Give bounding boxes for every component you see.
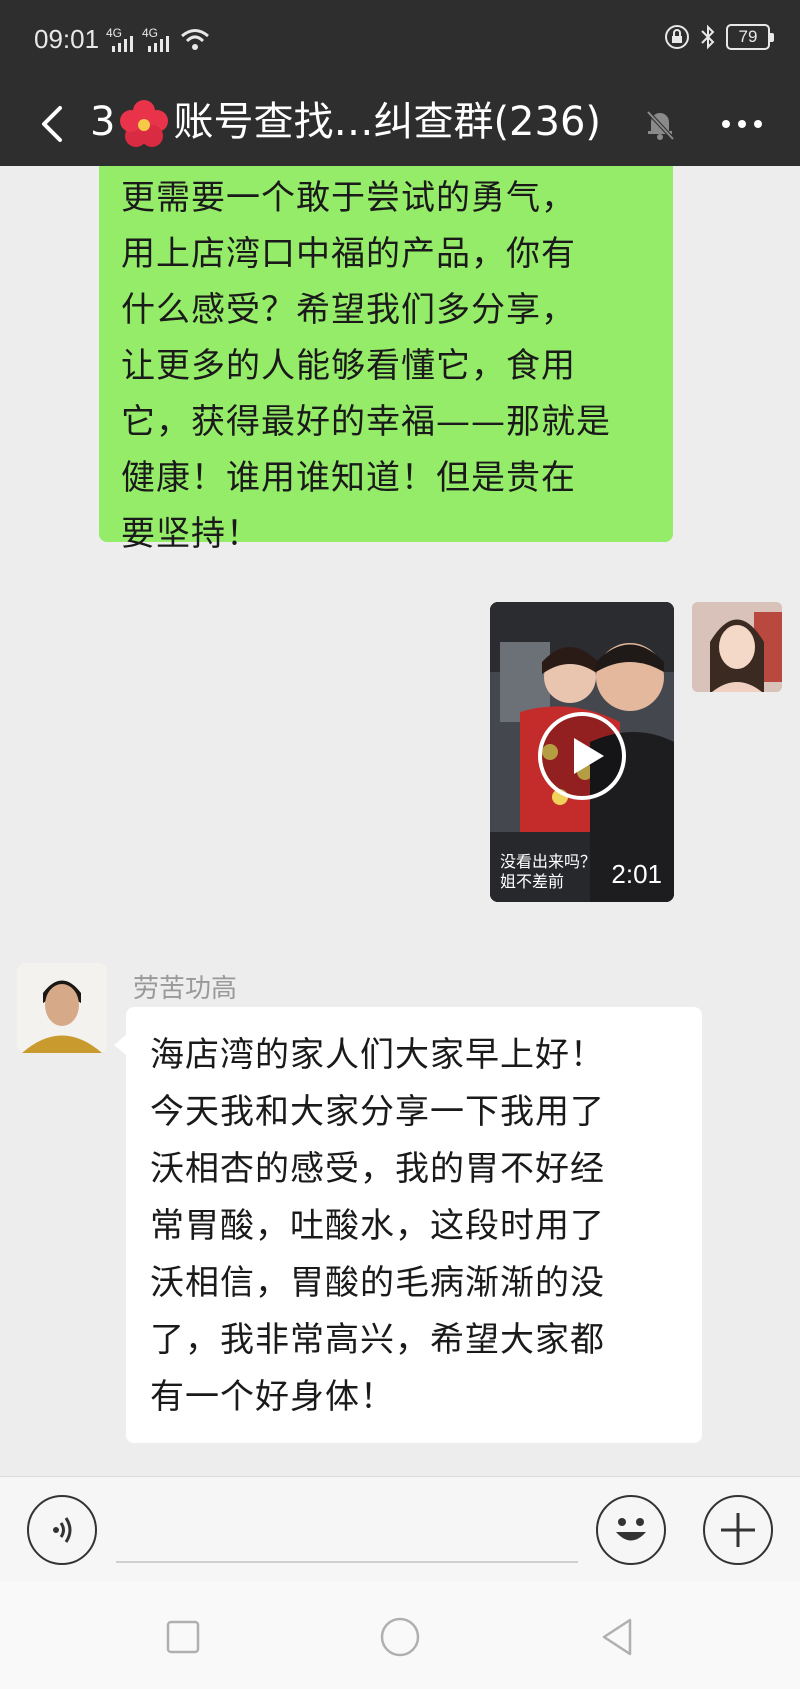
sender-name: 劳苦功高 [133,974,238,1004]
emoji-icon [616,1518,646,1541]
message-line: 用上店湾口中福的产品，你有 [121,234,576,274]
title-prefix: 3 [90,99,116,145]
plus-icon [721,1513,755,1547]
status-time: 09:01 [34,24,100,54]
title-text: 账号查找…纠查群(236) [173,99,602,145]
avatar[interactable] [692,602,782,692]
message-line: 要坚持！ [121,514,261,554]
status-bar: 09:01 4G 4G 79 [0,0,800,82]
more-dots-icon[interactable] [712,104,772,144]
emoji-button[interactable] [596,1495,666,1565]
message-line: 沃相杏的感受，我的胃不好经 [150,1149,605,1189]
message-line: 它，获得最好的幸福——那就是 [121,402,611,442]
video-message[interactable]: 没看出来吗？姐不差前 2:01 [490,602,674,902]
video-duration: 2:01 [611,859,662,889]
incoming-message-bubble[interactable]: 海店湾的家人们大家早上好！ 今天我和大家分享一下我用了 沃相杏的感受，我的胃不好… [114,1007,702,1443]
chat-area[interactable]: 更需要一个敢于尝试的勇气， 用上店湾口中福的产品，你有 什么感受？希望我们多分享… [0,166,800,1476]
bluetooth-icon [701,24,715,50]
message-line: 有一个好身体！ [150,1377,395,1417]
message-line: 了，我非常高兴，希望大家都 [150,1320,605,1360]
system-nav-bar [0,1582,800,1689]
circle-icon[interactable] [375,1612,425,1662]
lock-rotation-icon [665,25,689,49]
message-line: 常胃酸，吐酸水，这段时用了 [150,1206,605,1246]
voice-button[interactable] [27,1495,97,1565]
signal-icon [148,36,169,52]
message-line: 今天我和大家分享一下我用了 [150,1092,605,1132]
message-line: 什么感受？希望我们多分享， [121,290,576,330]
voice-icon [53,1517,72,1543]
avatar[interactable] [17,963,107,1053]
signal-icon [112,36,133,52]
plus-button[interactable] [703,1495,773,1565]
battery-indicator: 79 [726,24,774,50]
outgoing-message-bubble[interactable]: 更需要一个敢于尝试的勇气， 用上店湾口中福的产品，你有 什么感受？希望我们多分享… [99,166,673,554]
user-avatar-image [692,602,782,692]
bell-muted-icon [646,110,675,141]
chat-title: 3 账号查找…纠查群(236) [90,92,601,152]
input-bar [0,1476,800,1582]
chat-header: 3 账号查找…纠查群(236) [0,82,800,166]
message-line: 沃相信，胃酸的毛病渐渐的没 [150,1263,605,1303]
play-icon[interactable] [538,712,626,800]
square-icon[interactable] [158,1612,208,1662]
message-line: 海店湾的家人们大家早上好！ [150,1035,605,1075]
message-line: 让更多的人能够看懂它，食用 [121,346,576,386]
video-caption: 没看出来吗？姐不差前 [500,852,597,891]
message-line: 更需要一个敢于尝试的勇气， [121,178,576,218]
message-line: 健康！谁用谁知道！但是贵在 [121,458,576,498]
sender-avatar-image [17,963,107,1053]
chevron-left-icon[interactable] [26,94,86,154]
message-input[interactable] [116,1497,578,1563]
triangle-back-icon[interactable] [592,1612,642,1662]
hibiscus-icon [120,100,169,147]
wifi-icon [181,29,209,50]
